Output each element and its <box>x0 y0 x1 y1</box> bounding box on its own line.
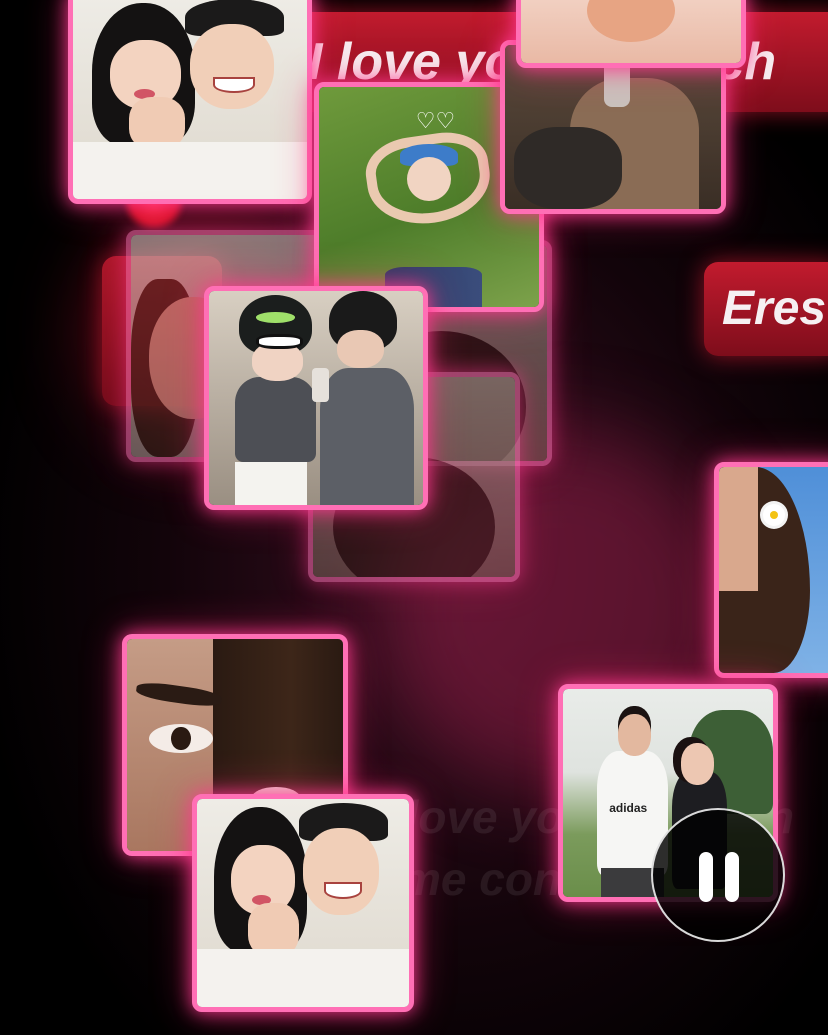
photo-collage-screen: I love you so much Eres I love you so mu… <box>0 0 828 1035</box>
shirt-logo: adidas <box>609 801 648 816</box>
photo-card-bear-hats[interactable] <box>204 286 428 510</box>
pause-button[interactable] <box>651 808 785 942</box>
hug-photo <box>505 45 721 209</box>
photo-card-couple-bottom[interactable] <box>192 794 414 1012</box>
closeup-photo <box>521 0 741 63</box>
eres-text: Eres <box>722 282 827 335</box>
couple-photo <box>73 0 307 199</box>
bear-hats-photo <box>209 291 423 505</box>
couple-photo <box>197 799 409 1007</box>
eres-banner: Eres <box>704 262 828 356</box>
photo-card-sky-flower[interactable] <box>714 462 828 678</box>
heart-doodle: ♡♡ <box>415 109 456 134</box>
photo-card-couple-top[interactable] <box>68 0 312 204</box>
sky-flower-photo <box>719 467 828 673</box>
photo-card-top-closeup[interactable] <box>516 0 746 68</box>
